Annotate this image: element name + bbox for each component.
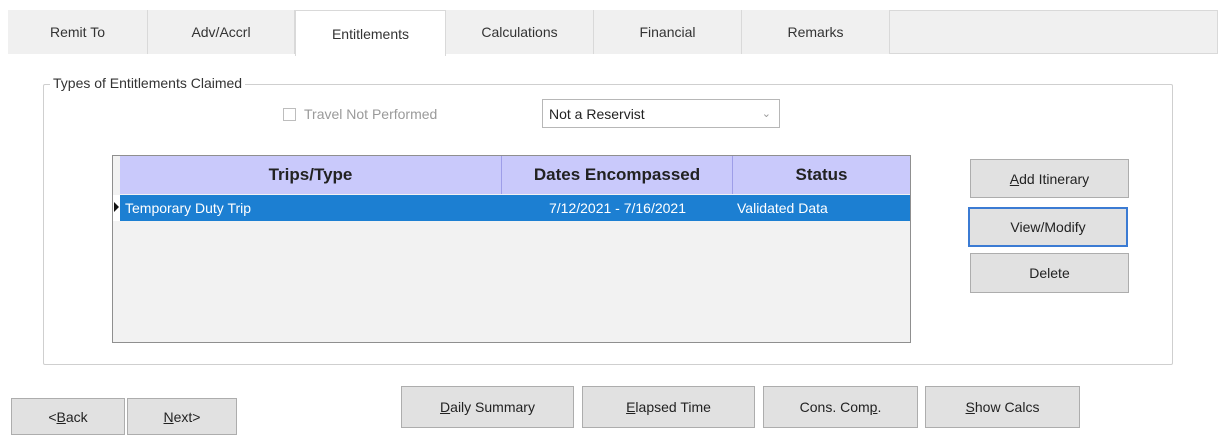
- tab-entitlements[interactable]: Entitlements: [295, 10, 446, 56]
- reservist-dropdown-value: Not a Reservist: [549, 105, 645, 122]
- back-mnemonic: B: [56, 408, 66, 425]
- tab-label: Adv/Accrl: [191, 24, 251, 40]
- travel-not-performed-checkbox[interactable]: Travel Not Performed: [283, 104, 437, 124]
- add-itinerary-button[interactable]: Add Itinerary: [970, 159, 1129, 198]
- cell-status[interactable]: Validated Data: [737, 195, 910, 221]
- show-calcs-mnemonic: S: [965, 399, 975, 415]
- cons-comp-label-post: .: [877, 399, 882, 415]
- tab-remit-to[interactable]: Remit To: [8, 10, 148, 54]
- show-calcs-label-post: how Calcs: [974, 399, 1040, 415]
- current-row-arrow-icon: [114, 202, 119, 212]
- checkbox-box[interactable]: [283, 107, 296, 121]
- cons-comp-mnemonic: p: [869, 399, 878, 415]
- group-title: Types of Entitlements Claimed: [50, 75, 246, 91]
- checkbox-label: Travel Not Performed: [304, 106, 438, 122]
- header-label: Status: [795, 165, 848, 184]
- tab-label: Financial: [639, 24, 696, 40]
- tab-label: Entitlements: [331, 25, 410, 42]
- elapsed-time-mnemonic: E: [626, 399, 636, 415]
- next-label-post: ext>: [173, 408, 201, 425]
- elapsed-time-label-post: lapsed Time: [635, 399, 711, 415]
- reservist-dropdown[interactable]: Not a Reservist ⌄: [542, 99, 780, 128]
- delete-button[interactable]: Delete: [970, 253, 1129, 293]
- back-button[interactable]: < Back: [11, 398, 125, 435]
- tab-financial[interactable]: Financial: [594, 10, 742, 54]
- elapsed-time-button[interactable]: Elapsed Time: [582, 386, 755, 428]
- tab-label: Remarks: [787, 24, 844, 40]
- delete-label: Delete: [1029, 265, 1070, 281]
- view-modify-label: View/Modify: [1010, 219, 1086, 235]
- tab-remarks[interactable]: Remarks: [742, 10, 890, 54]
- column-header-dates[interactable]: Dates Encompassed: [502, 156, 733, 194]
- cons-comp-label-pre: Cons. Com: [799, 399, 870, 415]
- back-label-pre: <: [48, 408, 57, 425]
- tab-adv-accrl[interactable]: Adv/Accrl: [148, 10, 295, 54]
- back-label-post: ack: [65, 408, 88, 425]
- tab-label: Remit To: [50, 24, 105, 40]
- daily-summary-mnemonic: D: [440, 399, 451, 415]
- header-label: Dates Encompassed: [533, 165, 701, 184]
- show-calcs-button[interactable]: Show Calcs: [925, 386, 1080, 428]
- header-label: Trips/Type: [268, 165, 353, 184]
- cell-trip-type[interactable]: Temporary Duty Trip: [125, 195, 500, 221]
- add-itinerary-label-post: dd Itinerary: [1019, 170, 1090, 187]
- view-modify-button[interactable]: View/Modify: [968, 207, 1128, 247]
- next-button[interactable]: Next>: [127, 398, 237, 435]
- daily-summary-button[interactable]: Daily Summary: [401, 386, 574, 428]
- tab-label: Calculations: [481, 24, 558, 40]
- daily-summary-label-post: aily Summary: [450, 399, 535, 415]
- column-header-status[interactable]: Status: [733, 156, 910, 194]
- next-mnemonic: N: [163, 408, 174, 425]
- column-header-trips-type[interactable]: Trips/Type: [120, 156, 502, 194]
- cell-dates[interactable]: 7/12/2021 - 7/16/2021: [502, 195, 733, 221]
- chevron-down-icon[interactable]: ⌄: [762, 107, 771, 120]
- cons-comp-button[interactable]: Cons. Com p.: [763, 386, 918, 428]
- tab-calculations[interactable]: Calculations: [446, 10, 594, 54]
- add-itinerary-mnemonic: A: [1009, 170, 1020, 187]
